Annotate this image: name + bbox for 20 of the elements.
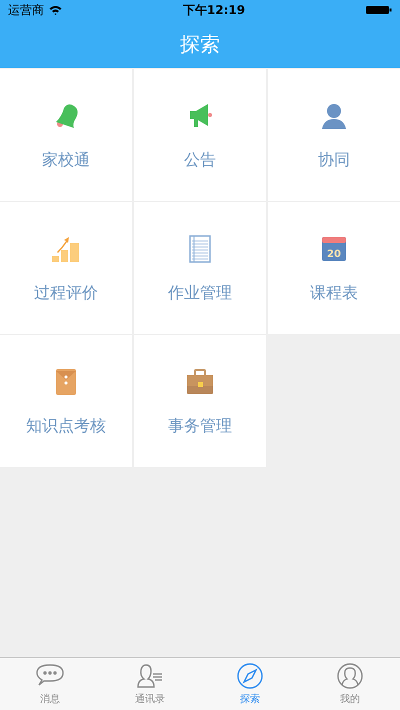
compass-icon [235, 662, 265, 690]
tab-bar-item[interactable]: 消息 [0, 658, 100, 710]
menu-tile[interactable]: 知识点考核 [0, 335, 132, 467]
wifi-icon [49, 5, 62, 15]
tab-bar-item[interactable]: 探索 [200, 658, 300, 710]
menu-tile[interactable]: 协同 [268, 69, 400, 201]
page-title: 探索 [180, 30, 220, 58]
status-time: 下午12:19 [182, 2, 246, 18]
battery-icon [366, 5, 392, 15]
tab-bar-item[interactable]: 通讯录 [100, 658, 200, 710]
menu-tile[interactable]: 家校通 [0, 69, 132, 201]
menu-tile[interactable]: 事务管理 [134, 335, 266, 467]
contacts-icon [135, 662, 165, 690]
menu-tile[interactable]: 作业管理 [134, 202, 266, 334]
menu-tile[interactable]: 20 课程表 [268, 202, 400, 334]
user-icon [335, 662, 365, 690]
carrier-name: 运营商 [8, 2, 44, 18]
menu-tile[interactable]: 公告 [134, 69, 266, 201]
tab-bar-item[interactable]: 我的 [300, 658, 400, 710]
menu-tile[interactable]: 过程评价 [0, 202, 132, 334]
